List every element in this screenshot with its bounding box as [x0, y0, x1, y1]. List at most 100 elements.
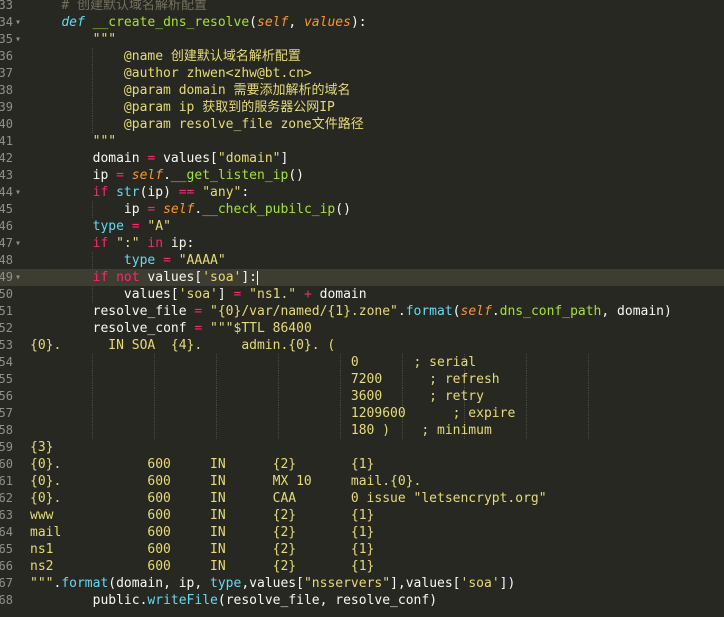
code-text: {0}. 600 IN CAA 0 issue "letsencrypt.org…	[30, 490, 547, 507]
code-line[interactable]: 51 resolve_file = "{0}/var/named/{1}.zon…	[0, 303, 724, 320]
code-line[interactable]: 45 ip = self.__check_pubilc_ip()	[0, 201, 724, 218]
line-number: 48	[0, 253, 13, 267]
code-token: __create_dns_resolve	[92, 15, 250, 30]
line-number-gutter: 54	[0, 354, 20, 371]
code-token: ])	[499, 576, 516, 591]
code-token: {0}. 600 IN CAA 0 issue "letsencrypt.org…	[30, 491, 547, 506]
code-line[interactable]: 43 ip = self.__get_listen_ip()	[0, 167, 724, 184]
code-line[interactable]: 63 www 600 IN {2} {1}	[0, 507, 724, 524]
code-token: __check_pubilc_ip	[202, 202, 336, 217]
code-token: 180 ) ; minimum	[350, 423, 492, 438]
code-token: 'soa'	[460, 576, 500, 591]
code-text: www 600 IN {2} {1}	[30, 507, 374, 524]
line-number-gutter: 51	[0, 303, 20, 320]
line-number-gutter: 57	[0, 405, 20, 422]
code-line[interactable]: 50 values['soa'] = "ns1." + domain	[0, 286, 724, 303]
code-line[interactable]: 52 resolve_conf = """$TTL 86400	[0, 320, 724, 337]
code-line[interactable]: 53 {0}. IN SOA {4}. admin.{0}. (	[0, 337, 724, 354]
code-line[interactable]: 57 1209600 ; expire	[0, 405, 724, 422]
code-line[interactable]: 44 ▾ if str(ip) == "any":	[0, 184, 724, 201]
code-token: (ip)	[139, 185, 179, 200]
code-text: mail 600 IN {2} {1}	[30, 524, 374, 541]
code-token: 3600 ; retry	[350, 389, 484, 404]
line-number: 40	[0, 117, 13, 131]
code-text: {0}. 600 IN {2} {1}	[30, 456, 374, 473]
code-token: ==	[178, 185, 195, 200]
code-line[interactable]: 66 ns2 600 IN {2} {1}	[0, 558, 724, 575]
code-line[interactable]: 58 180 ) ; minimum	[0, 422, 724, 439]
line-number-gutter: 37	[0, 65, 20, 82]
code-line[interactable]: 35 ▾ """	[0, 31, 724, 48]
code-line[interactable]: 62 {0}. 600 IN CAA 0 issue "letsencrypt.o…	[0, 490, 724, 507]
line-number: 43	[0, 168, 13, 182]
code-line[interactable]: 61 {0}. 600 IN MX 10 mail.{0}.	[0, 473, 724, 490]
fold-toggle-icon[interactable]: ▾	[14, 184, 22, 201]
code-token: ns2 600 IN {2} {1}	[30, 559, 375, 574]
code-line[interactable]: 68 public.writeFile(resolve_file, resolv…	[0, 592, 724, 609]
fold-toggle-icon[interactable]: ▾	[14, 235, 22, 252]
code-line[interactable]: 59 {3}	[0, 439, 724, 456]
code-token: {0}. IN SOA {4}. admin.{0}. (	[30, 338, 336, 353]
code-text: 180 ) ; minimum	[30, 422, 492, 439]
line-number-gutter: 50	[0, 286, 20, 303]
line-number-gutter: 62	[0, 490, 20, 507]
code-token: "AAAA"	[178, 253, 226, 268]
code-line[interactable]: 67 """.format(domain, ip, type,values["ns…	[0, 575, 724, 592]
code-text: @param ip 获取到的服务器公网IP	[30, 99, 335, 116]
code-line[interactable]: 47 ▾ if ":" in ip:	[0, 235, 724, 252]
line-number: 36	[0, 49, 13, 63]
line-number-gutter: 53	[0, 337, 20, 354]
code-line[interactable]: 42 domain = values["domain"]	[0, 150, 724, 167]
code-line[interactable]: 37 @author zhwen<zhw@bt.cn>	[0, 65, 724, 82]
code-line[interactable]: 39 @param ip 获取到的服务器公网IP	[0, 99, 724, 116]
code-text: values['soa'] = "ns1." + domain	[30, 286, 367, 303]
code-text: ns1 600 IN {2} {1}	[30, 541, 374, 558]
line-number-gutter: 45	[0, 201, 20, 218]
code-token: values[	[123, 287, 179, 302]
code-token: =	[131, 219, 140, 234]
code-text: if not values['soa']:	[30, 269, 259, 286]
line-number: 55	[0, 372, 13, 386]
code-line[interactable]: 48 type = "AAAA"	[0, 252, 724, 269]
line-number-gutter: 55	[0, 371, 20, 388]
code-line[interactable]: 60 {0}. 600 IN {2} {1}	[0, 456, 724, 473]
fold-toggle-icon[interactable]: ▾	[14, 14, 22, 31]
code-line[interactable]: 56 3600 ; retry	[0, 388, 724, 405]
code-line[interactable]: 55 7200 ; refresh	[0, 371, 724, 388]
code-line[interactable]: 49 ▾ if not values['soa']:	[0, 269, 724, 286]
code-line[interactable]: 54 0 ; serial	[0, 354, 724, 371]
code-line[interactable]: 33 # 创建默认域名解析配置	[0, 0, 724, 14]
code-line[interactable]: 64 mail 600 IN {2} {1}	[0, 524, 724, 541]
code-line[interactable]: 41 """	[0, 133, 724, 150]
line-number: 38	[0, 83, 13, 97]
fold-toggle-icon[interactable]: ▾	[14, 31, 22, 48]
line-number: 58	[0, 423, 13, 437]
code-line[interactable]: 65 ns1 600 IN {2} {1}	[0, 541, 724, 558]
line-number-gutter: 61	[0, 473, 20, 490]
code-line[interactable]: 40 @param resolve_file zone文件路径	[0, 116, 724, 133]
line-number-gutter: 58	[0, 422, 20, 439]
indent-guide	[588, 371, 589, 388]
code-editor[interactable]: 33 # 创建默认域名解析配置 34 ▾ def __create_dns_reso…	[0, 0, 724, 617]
code-line[interactable]: 46 type = "A"	[0, 218, 724, 235]
code-line[interactable]: 38 @param domain 需要添加解析的域名	[0, 82, 724, 99]
code-token: ):	[350, 15, 367, 30]
code-token: @param resolve_file zone文件路径	[123, 117, 364, 132]
line-number: 33	[0, 0, 13, 12]
line-number: 42	[0, 151, 13, 165]
fold-toggle-icon[interactable]: ▾	[14, 269, 22, 286]
code-text: resolve_conf = """$TTL 86400	[30, 320, 312, 337]
line-number: 54	[0, 355, 13, 369]
code-token: "any"	[202, 185, 242, 200]
code-line[interactable]: 36 @name 创建默认域名解析配置	[0, 48, 724, 65]
code-text: public.writeFile(resolve_file, resolve_c…	[30, 592, 437, 609]
line-number-gutter: 64	[0, 524, 20, 541]
line-number-gutter: 42	[0, 150, 20, 167]
code-token: (	[452, 304, 461, 319]
code-line[interactable]: 34 ▾ def __create_dns_resolve(self, value…	[0, 14, 724, 31]
